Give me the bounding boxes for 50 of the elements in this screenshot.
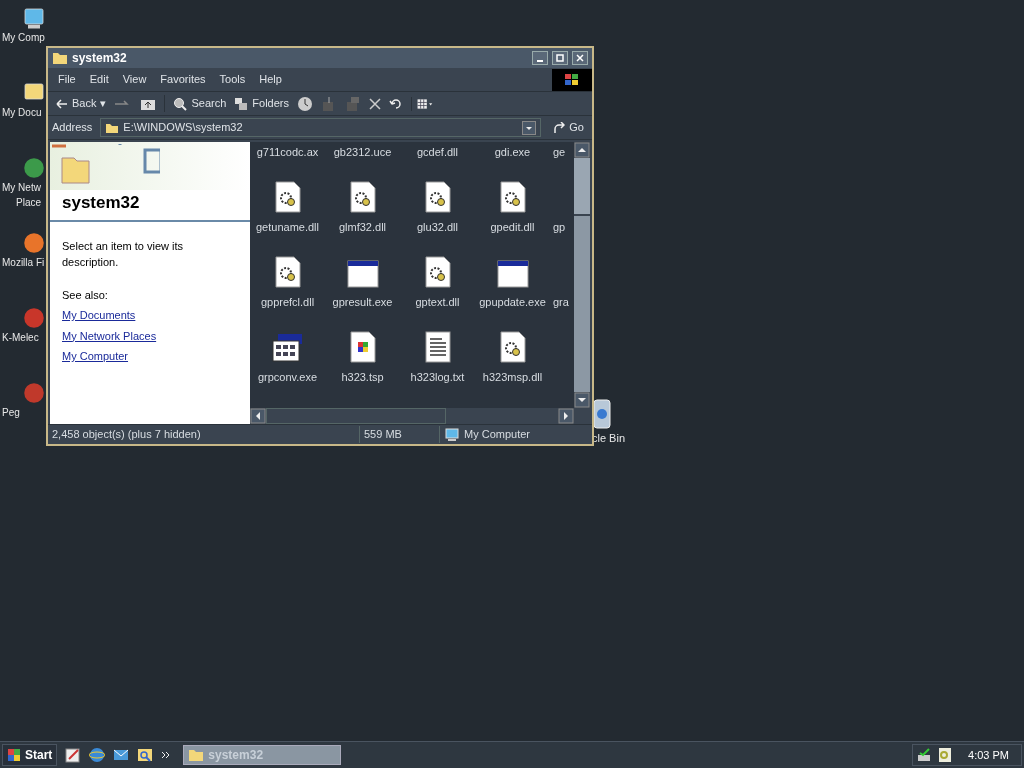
file-name[interactable]: gpprefcl.dll [260,293,315,310]
address-field[interactable]: E:\WINDOWS\system32 [100,118,542,137]
file-name[interactable]: h323msp.dll [482,368,543,385]
see-also-link[interactable]: My Documents [62,307,136,324]
address-label: Address [52,120,93,136]
back-button[interactable]: Back [56,95,97,112]
window-title: system32 [72,50,128,67]
file-name[interactable]: gpedit.dll [490,218,535,235]
file-name[interactable]: ge [553,143,566,160]
file-name[interactable]: g711codc.ax [256,143,319,160]
menu-item[interactable]: Tools [213,71,252,88]
file-name[interactable]: h323log.txt [410,368,465,385]
file-name[interactable]: h323.tsp [341,368,384,385]
description-text: Select an item to view its description. [62,238,185,270]
file-name[interactable]: glmf32.dll [338,218,387,235]
file-name[interactable]: gcdef.dll [417,143,458,160]
see-also-link[interactable]: My Network Places [62,327,157,344]
file-name[interactable]: getuname.dll [256,218,319,235]
desktop-icon-label: K-Melec [2,331,39,345]
status-objects: 2,458 object(s) (plus 7 hidden) [48,426,360,443]
back-menu-arrow[interactable]: ▾ [100,95,107,112]
file-name[interactable]: glu32.dll [417,218,458,235]
menu-item[interactable]: Favorites [154,71,212,88]
folders-button[interactable]: Folders [234,95,289,112]
menu-item[interactable]: File [52,71,82,88]
file-name[interactable]: gpresult.exe [332,293,393,310]
desktop-icon-label: My Comp [2,31,45,45]
file-name[interactable]: gptext.dll [415,293,460,310]
file-name[interactable]: gra [553,293,569,310]
file-name[interactable]: gp [553,218,566,235]
start-button[interactable]: Start [2,744,58,766]
desktop-icon-label: Peg [2,406,20,420]
clock: 4:03 PM [968,747,1010,763]
menu-item[interactable]: Edit [83,71,115,88]
file-name[interactable]: gdi.exe [494,143,531,160]
go-button[interactable]: Go [549,119,588,136]
status-size: 559 MB [360,426,440,443]
desktop-icon-label: My Netw [2,181,41,195]
menu-item[interactable]: View [116,71,153,88]
status-zone: My Computer [464,427,531,443]
search-button[interactable]: Search [164,95,227,112]
file-name[interactable]: grpconv.exe [257,368,318,385]
desktop-icon-label: My Docu [2,106,42,120]
see-also-link[interactable]: My Computer [62,348,129,365]
see-also-label: See also: [62,287,109,303]
desktop-icon-label: Place [16,196,41,210]
desktop-icon-label: Mozilla Fi [2,256,45,270]
file-name[interactable]: gb2312.uce [333,143,392,160]
file-name[interactable]: gpupdate.exe [479,293,546,310]
menu-item[interactable]: Help [253,71,288,88]
